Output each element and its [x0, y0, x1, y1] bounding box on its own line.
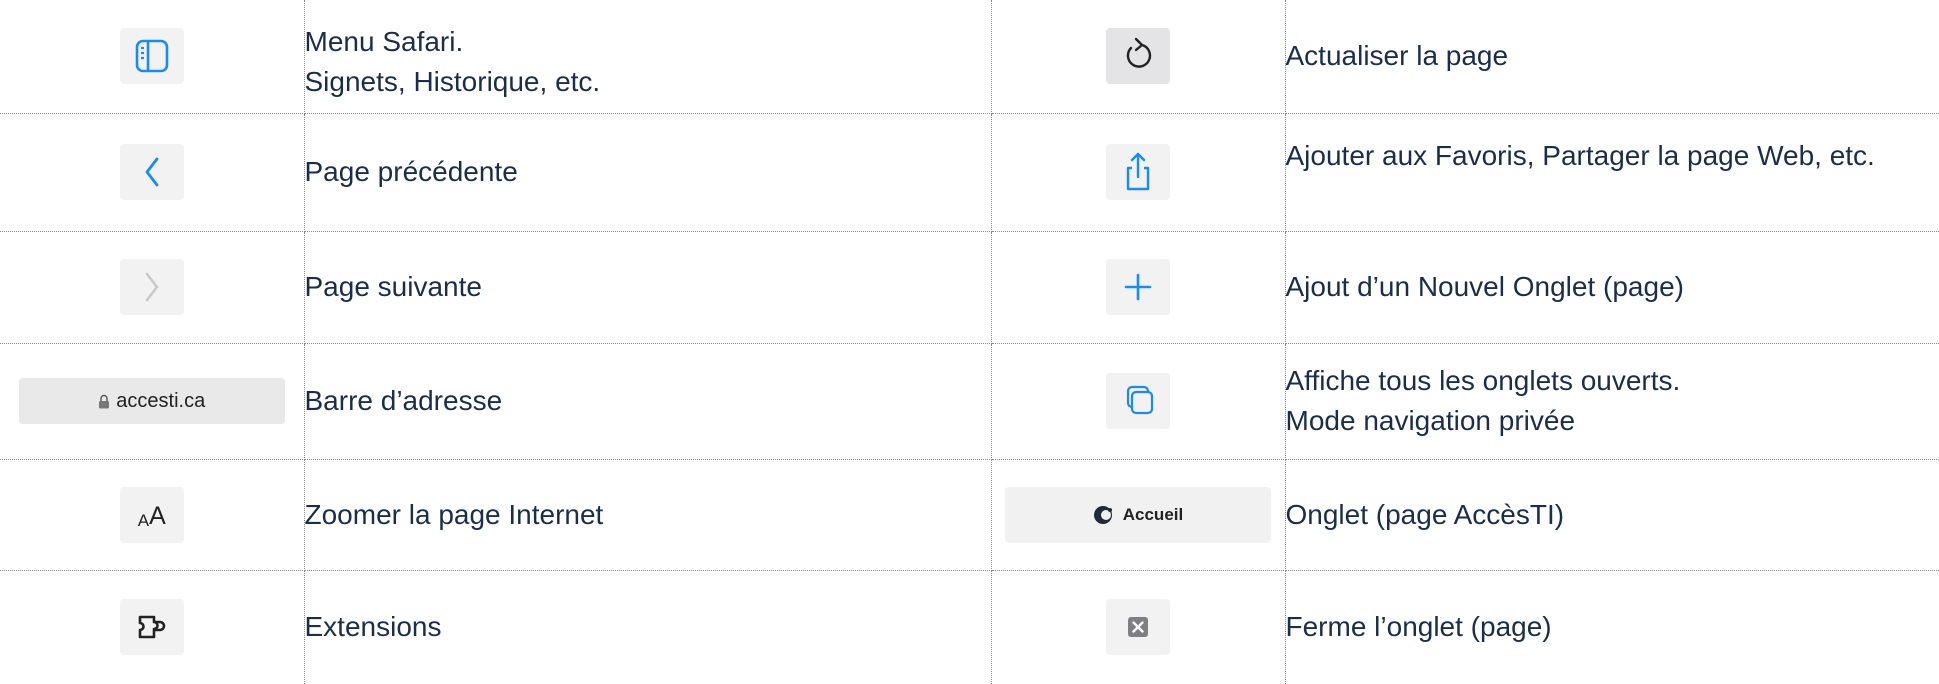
- description-line: Ajouter aux Favoris, Partager la page We…: [1285, 139, 1875, 171]
- description-line: Page précédente: [304, 156, 518, 187]
- description-line: Barre d’adresse: [304, 385, 503, 416]
- description-line: Extensions: [304, 611, 442, 643]
- description-line: Ferme l’onglet (page): [1285, 611, 1552, 643]
- description-cell: Ajout d’un Nouvel Onglet (page): [1284, 230, 1939, 344]
- description-cell: Ajouter aux Favoris, Partager la page We…: [1284, 112, 1939, 232]
- text-size-icon: A A: [119, 486, 184, 543]
- legend-row: Page précédente Ajouter aux Favoris, Par…: [0, 112, 1939, 232]
- extensions-icon: [119, 599, 184, 656]
- legend-row: Menu Safari. Signets, Historique, etc. A…: [0, 0, 1939, 114]
- icon-cell: [990, 112, 1286, 232]
- icon-cell: [0, 0, 305, 114]
- description-line: Menu Safari.: [304, 26, 464, 57]
- icon-cell: Accueil: [990, 458, 1286, 571]
- chevron-right-icon: [119, 259, 184, 315]
- icon-cell: [990, 230, 1286, 344]
- description-cell: Extensions: [303, 569, 992, 684]
- icon-cell: [990, 342, 1286, 460]
- close-tab-icon: [1106, 599, 1170, 656]
- description-cell: Barre d’adresse: [303, 342, 992, 460]
- description-cell: Ferme l’onglet (page): [1284, 569, 1939, 684]
- accesti-logo-icon: [1093, 505, 1112, 524]
- sidebar-icon: [119, 28, 184, 85]
- address-text: accesti.ca: [116, 389, 206, 412]
- icon-cell: [990, 569, 1286, 684]
- legend-row: Page suivante Ajout d’un Nouvel Onglet (…: [0, 230, 1939, 344]
- description-line: Actualiser la page: [1285, 40, 1509, 72]
- description-cell: Onglet (page AccèsTI): [1284, 458, 1939, 571]
- legend-row: Extensions Ferme l’onglet (page): [0, 569, 1939, 684]
- description-line: Affiche tous les onglets ouverts.: [1285, 365, 1681, 396]
- legend-row: accesti.ca Barre d’adresse Affiche tous …: [0, 342, 1939, 460]
- address-bar: accesti.ca: [18, 378, 285, 424]
- lock-icon: [99, 394, 110, 408]
- tab-chip: Accueil: [1005, 486, 1271, 543]
- description-line: Onglet (page AccèsTI): [1285, 498, 1565, 530]
- text-size-big-letter: A: [149, 501, 166, 530]
- icon-cell: [0, 230, 305, 344]
- reload-icon: [1106, 28, 1170, 85]
- tabs-overview-icon: [1106, 373, 1170, 429]
- icon-cell: [0, 112, 305, 232]
- safari-legend-table: Menu Safari. Signets, Historique, etc. A…: [0, 0, 1939, 684]
- description-cell: Zoomer la page Internet: [303, 458, 992, 571]
- description-line: Ajout d’un Nouvel Onglet (page): [1285, 271, 1684, 302]
- plus-icon: [1106, 259, 1170, 315]
- icon-cell: [0, 569, 305, 684]
- description-line: Signets, Historique, etc.: [304, 66, 601, 97]
- icon-cell: [990, 0, 1286, 114]
- description-cell: Page suivante: [303, 230, 992, 344]
- legend-row: A A Zoomer la page Internet Accueil Ongl…: [0, 458, 1939, 571]
- description-line: Mode navigation privée: [1285, 405, 1576, 436]
- description-line: Page suivante: [304, 271, 482, 302]
- description-cell: Actualiser la page: [1284, 0, 1939, 114]
- description-cell: Affiche tous les onglets ouverts. Mode n…: [1284, 342, 1939, 460]
- icon-cell: A A: [0, 458, 305, 571]
- text-size-small-letter: A: [137, 510, 150, 530]
- chevron-left-icon: [119, 144, 184, 200]
- icon-cell: accesti.ca: [0, 342, 305, 460]
- tab-title: Accueil: [1122, 504, 1184, 524]
- description-cell: Menu Safari. Signets, Historique, etc.: [303, 0, 992, 114]
- description-line: Zoomer la page Internet: [304, 498, 604, 530]
- share-icon: [1106, 144, 1170, 200]
- description-cell: Page précédente: [303, 112, 992, 232]
